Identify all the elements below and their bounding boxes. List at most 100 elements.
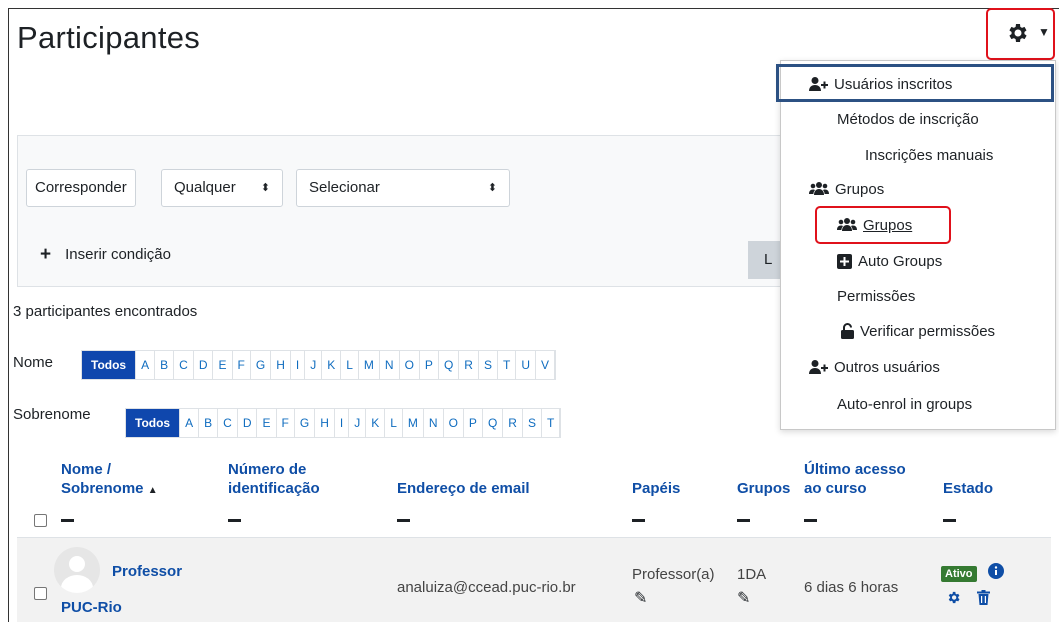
last-initial-letter[interactable]: J xyxy=(349,409,367,437)
user-first-name[interactable]: Professor xyxy=(112,563,182,580)
first-initial-letter[interactable]: U xyxy=(516,351,536,379)
edit-roles-pencil-icon[interactable]: ✎ xyxy=(634,588,647,608)
last-initial-all[interactable]: Todos xyxy=(126,409,181,437)
highlight-enrolled-users xyxy=(776,64,1054,102)
hide-col-lastaccess-icon[interactable] xyxy=(804,519,817,522)
hide-col-roles-icon[interactable] xyxy=(632,519,645,522)
menu-item-permissions[interactable]: Permissões xyxy=(837,288,915,305)
menu-item-enrolment-methods[interactable]: Métodos de inscrição xyxy=(837,111,979,128)
users-icon xyxy=(809,182,829,195)
first-initial-letter[interactable]: T xyxy=(498,351,517,379)
filter-type-placeholder: Selecionar xyxy=(309,179,380,196)
last-initial-letter[interactable]: L xyxy=(385,409,403,437)
user-group: 1DA xyxy=(737,566,767,583)
last-initial-letter[interactable]: S xyxy=(523,409,542,437)
status-badge: Ativo xyxy=(941,566,977,582)
filter-type-select[interactable]: Selecionar ⬍ xyxy=(296,169,510,207)
hide-col-groups-icon[interactable] xyxy=(737,519,750,522)
first-initial-letter[interactable]: F xyxy=(233,351,251,379)
col-lastaccess-header[interactable]: Último acesso ao curso xyxy=(804,460,906,498)
highlight-groups xyxy=(815,206,951,244)
first-initial-letter[interactable]: J xyxy=(305,351,323,379)
sort-asc-icon: ▲ xyxy=(147,485,158,496)
first-initial-letter[interactable]: Q xyxy=(439,351,460,379)
user-last-name[interactable]: PUC-Rio xyxy=(61,599,122,616)
first-initial-letter[interactable]: S xyxy=(479,351,498,379)
add-condition-button[interactable]: + Inserir condição xyxy=(40,244,171,266)
last-initial-letter[interactable]: O xyxy=(444,409,464,437)
info-icon[interactable] xyxy=(988,563,1004,583)
first-name-initials-label: Nome xyxy=(13,354,54,371)
first-initial-letter[interactable]: K xyxy=(322,351,342,379)
first-initial-letter[interactable]: M xyxy=(359,351,380,379)
last-initial-letter[interactable]: K xyxy=(366,409,386,437)
menu-item-other-users[interactable]: Outros usuários xyxy=(809,359,940,376)
hide-col-status-icon[interactable] xyxy=(943,519,956,522)
menu-item-check-permissions-label: Verificar permissões xyxy=(860,323,996,340)
last-initial-letter[interactable]: H xyxy=(315,409,335,437)
course-admin-gear-button[interactable]: ▼ xyxy=(986,8,1055,60)
col-name-header-line1: Nome / xyxy=(61,461,112,478)
last-initial-letter[interactable]: D xyxy=(238,409,258,437)
page-title: Participantes xyxy=(17,20,201,55)
col-roles-header: Papéis xyxy=(632,480,681,497)
menu-item-check-permissions[interactable]: Verificar permissões xyxy=(841,323,995,340)
menu-item-groups-section[interactable]: Grupos xyxy=(809,181,884,198)
first-initial-letter[interactable]: C xyxy=(174,351,194,379)
col-idnumber-header[interactable]: Número de identificação xyxy=(228,460,320,498)
last-name-initials-label: Sobrenome xyxy=(13,406,91,423)
last-initial-letter[interactable]: C xyxy=(218,409,238,437)
first-initial-letter[interactable]: B xyxy=(155,351,175,379)
last-initial-letter[interactable]: R xyxy=(503,409,523,437)
match-select-value: Qualquer xyxy=(174,179,236,196)
col-lastaccess-header-line2: ao curso xyxy=(804,480,867,497)
menu-item-auto-enrol-groups[interactable]: Auto-enrol in groups xyxy=(837,396,972,413)
first-initial-letter[interactable]: H xyxy=(271,351,291,379)
col-name-header-line2: Sobrenome ▲ xyxy=(61,479,158,500)
edit-groups-pencil-icon[interactable]: ✎ xyxy=(737,588,750,608)
match-select[interactable]: Qualquer ⬍ xyxy=(161,169,283,207)
last-initial-letter[interactable]: P xyxy=(464,409,483,437)
last-initial-letter[interactable]: E xyxy=(257,409,277,437)
first-initial-letter[interactable]: N xyxy=(380,351,400,379)
last-initial-letter[interactable]: G xyxy=(295,409,316,437)
col-idnumber-header-line2: identificação xyxy=(228,480,320,497)
hide-col-name-icon[interactable] xyxy=(61,519,74,522)
first-initial-letter[interactable]: P xyxy=(420,351,439,379)
first-initial-letter[interactable]: G xyxy=(251,351,272,379)
enrolment-settings-gear-icon[interactable] xyxy=(946,590,961,609)
menu-item-other-users-label: Outros usuários xyxy=(834,359,940,376)
hide-col-email-icon[interactable] xyxy=(397,519,410,522)
last-initial-letter[interactable]: N xyxy=(424,409,444,437)
last-initial-letter[interactable]: M xyxy=(403,409,424,437)
last-initial-letter[interactable]: B xyxy=(199,409,219,437)
col-email-header[interactable]: Endereço de email xyxy=(397,479,530,498)
plus-icon: + xyxy=(40,244,52,265)
first-initial-all[interactable]: Todos xyxy=(82,351,137,379)
select-all-checkbox[interactable] xyxy=(34,514,47,527)
last-initial-letter[interactable]: I xyxy=(335,409,350,437)
select-arrows-icon: ⬍ xyxy=(487,182,497,194)
hide-col-idnumber-icon[interactable] xyxy=(228,519,241,522)
menu-item-auto-groups[interactable]: Auto Groups xyxy=(837,253,942,270)
first-initial-letter[interactable]: I xyxy=(291,351,306,379)
col-name-header[interactable]: Nome / Sobrenome ▲ xyxy=(61,460,158,500)
menu-item-manual-enrolments[interactable]: Inscrições manuais xyxy=(865,147,993,164)
first-initial-letter[interactable]: E xyxy=(213,351,233,379)
last-initial-letter[interactable]: F xyxy=(277,409,295,437)
first-initial-letter[interactable]: L xyxy=(341,351,359,379)
unenrol-trash-icon[interactable] xyxy=(977,590,990,609)
last-initial-letter[interactable]: Q xyxy=(483,409,504,437)
first-initial-letter[interactable]: A xyxy=(136,351,156,379)
first-initial-letter[interactable]: D xyxy=(194,351,214,379)
first-initial-letter[interactable]: O xyxy=(400,351,420,379)
unlock-icon xyxy=(841,323,854,339)
last-initial-letter[interactable]: A xyxy=(180,409,200,437)
select-arrows-icon: ⬍ xyxy=(260,182,270,194)
first-initial-letter[interactable]: V xyxy=(536,351,555,379)
first-name-initials-bar: Nome Todos A B C D E F G H I J K L M N O P Q R S T U V xyxy=(13,350,913,380)
first-initial-letter[interactable]: R xyxy=(459,351,479,379)
last-initial-letter[interactable]: T xyxy=(542,409,561,437)
row-select-checkbox[interactable] xyxy=(34,587,47,600)
add-condition-label: Inserir condição xyxy=(65,246,171,263)
